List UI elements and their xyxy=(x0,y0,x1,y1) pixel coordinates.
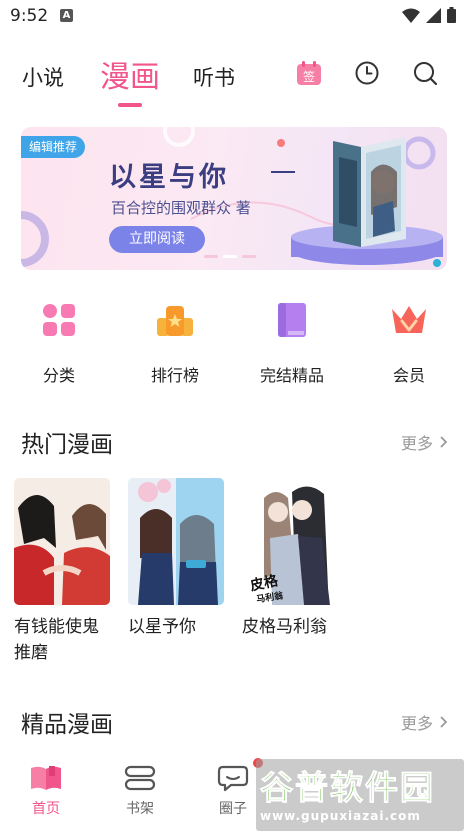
comic-card[interactable]: 以星予你 xyxy=(128,478,224,640)
quick-link-label: 完结精品 xyxy=(259,366,324,385)
watermark-title: 谷普软件园 xyxy=(260,768,435,808)
nav-label: 首页 xyxy=(32,801,60,817)
tab-audiobook[interactable]: 听书 xyxy=(193,62,235,92)
quick-link-category[interactable]: 分类 xyxy=(14,300,104,386)
comic-card[interactable]: 有钱能使鬼推磨 xyxy=(14,478,110,666)
site-watermark: 谷普软件园 www.gupuxiazai.com xyxy=(256,759,464,831)
banner-pagination xyxy=(204,255,256,258)
chat-bubble-icon xyxy=(217,765,249,792)
quick-link-label: 会员 xyxy=(392,366,425,385)
banner-author: 百合控的围观群众 著 xyxy=(111,199,251,217)
nav-label: 圈子 xyxy=(219,801,247,817)
home-book-icon xyxy=(31,766,61,790)
battery-icon xyxy=(447,7,456,23)
nav-label: 书架 xyxy=(126,801,154,817)
finished-book-icon xyxy=(278,303,306,337)
comic-card[interactable]: 皮格 马利翁 皮格马利翁 xyxy=(242,478,338,640)
hot-comics-more-button[interactable]: 更多 xyxy=(401,430,448,454)
chevron-right-icon xyxy=(440,436,448,448)
nav-bookshelf[interactable]: 书架 xyxy=(110,763,170,818)
chevron-right-icon xyxy=(440,716,448,728)
featured-banner[interactable]: 编辑推荐 以星与你 百合控的围观群众 著 立即阅读 xyxy=(21,127,447,270)
quick-links: 分类 排行榜 完结精品 会员 xyxy=(0,300,468,390)
active-tab-indicator xyxy=(118,103,142,107)
more-label: 更多 xyxy=(400,714,433,733)
comic-cover-art: 皮格 马利翁 xyxy=(242,478,338,605)
banner-title-dash xyxy=(271,171,295,173)
history-button[interactable] xyxy=(353,59,381,87)
quick-link-finished[interactable]: 完结精品 xyxy=(247,300,337,386)
notification-icon: A xyxy=(60,9,73,22)
signal-icon xyxy=(426,7,441,23)
status-time: 9:52 xyxy=(10,6,49,26)
quick-link-ranking[interactable]: 排行榜 xyxy=(130,300,220,386)
top-nav: 小说 漫画 听书 签 xyxy=(0,50,468,110)
comic-title: 皮格马利翁 xyxy=(242,617,327,637)
nav-home[interactable]: 首页 xyxy=(16,763,76,818)
banner-book-cover xyxy=(333,137,406,247)
banner-dot[interactable] xyxy=(204,255,218,258)
comic-title: 以星予你 xyxy=(128,617,196,637)
more-label: 更多 xyxy=(400,434,433,453)
tab-novel[interactable]: 小说 xyxy=(22,62,64,92)
read-now-button[interactable]: 立即阅读 xyxy=(109,226,205,253)
bookshelf-icon xyxy=(124,765,156,791)
editor-pick-tag: 编辑推荐 xyxy=(21,136,86,158)
banner-title: 以星与你 xyxy=(109,162,229,193)
ranking-podium-icon xyxy=(157,306,193,336)
banner-dot[interactable] xyxy=(242,255,256,258)
comic-cover[interactable]: 皮格 马利翁 xyxy=(242,478,338,605)
category-grid-icon xyxy=(43,304,75,336)
status-bar: 9:52 A xyxy=(0,0,468,32)
nav-community[interactable]: 圈子 xyxy=(203,763,263,818)
comic-cover-art xyxy=(14,478,110,605)
history-clock-icon xyxy=(355,61,379,85)
vip-crown-icon xyxy=(392,306,426,333)
search-button[interactable] xyxy=(411,59,439,87)
search-icon xyxy=(414,62,438,86)
watermark-url: www.gupuxiazai.com xyxy=(260,809,421,823)
quick-link-label: 排行榜 xyxy=(150,366,199,385)
premium-comics-title: 精品漫画 xyxy=(21,712,113,738)
comic-cover-art xyxy=(128,478,224,605)
comic-title: 有钱能使鬼推磨 xyxy=(14,617,99,663)
hot-comics-title: 热门漫画 xyxy=(21,432,113,458)
wifi-icon xyxy=(402,8,420,23)
quick-link-label: 分类 xyxy=(42,366,75,385)
sign-in-calendar-icon: 签 xyxy=(297,61,321,85)
sign-in-button[interactable]: 签 xyxy=(295,59,323,87)
sign-badge-text: 签 xyxy=(303,69,315,84)
status-icons xyxy=(402,7,456,23)
quick-link-vip[interactable]: 会员 xyxy=(364,300,454,386)
premium-comics-more-button[interactable]: 更多 xyxy=(401,710,448,734)
comic-cover[interactable] xyxy=(128,478,224,605)
comic-cover[interactable] xyxy=(14,478,110,605)
banner-dot-active[interactable] xyxy=(223,255,237,258)
tab-comic[interactable]: 漫画 xyxy=(100,52,160,96)
